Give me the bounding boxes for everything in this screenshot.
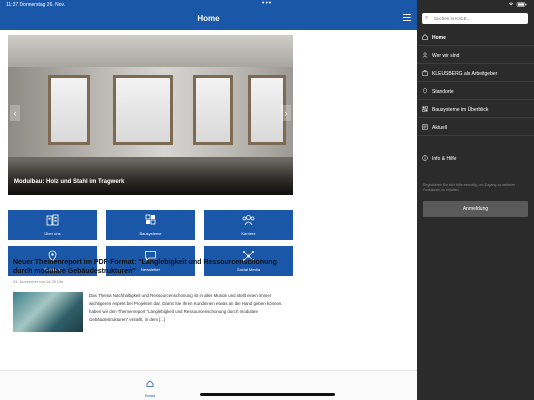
news-icon (422, 124, 428, 130)
search-box: ⌕ (422, 13, 528, 24)
drawer-item-label: Info & Hilfe (432, 156, 457, 162)
drawer-item-label: Wer wir sind (432, 53, 460, 59)
drawer-item-wer-wir-sind[interactable]: Wer wir sind (417, 48, 534, 64)
drawer-item-label: Bausysteme im Überblick (432, 107, 489, 113)
hero-slider[interactable]: Modulbau: Holz und Stahl im Tragwerk ‹ › (8, 35, 293, 195)
menu-icon[interactable] (403, 14, 411, 22)
info-icon (422, 155, 428, 161)
search-input[interactable] (434, 14, 524, 23)
login-button[interactable]: Anmeldung (423, 201, 528, 217)
drawer-item-info-hilfe[interactable]: Info & Hilfe (417, 151, 534, 167)
page-title: Home (197, 14, 220, 23)
drawer-item-standorte[interactable]: Standorte (417, 84, 534, 100)
hero-caption: Modulbau: Holz und Stahl im Tragwerk (14, 179, 125, 185)
login-hint: Registrieren Sie sich bitte einmalig, um… (423, 183, 516, 192)
date-text: Donnerstag 26. Nov. (19, 2, 66, 8)
drawer-item-label: Standorte (432, 89, 454, 95)
drawer-item-aktuell[interactable]: Aktuell (417, 120, 534, 136)
tile-ueber-uns[interactable]: Über uns (8, 210, 97, 240)
blocks-icon (422, 106, 428, 112)
hero-image-ceiling (8, 35, 293, 67)
home-indicator[interactable] (200, 393, 335, 396)
map-icon (422, 88, 428, 94)
tab-home[interactable]: Home (140, 374, 160, 398)
home-icon (422, 34, 428, 40)
article-thumbnail[interactable] (13, 292, 83, 332)
users-icon (422, 52, 428, 58)
drawer-item-label: KLEUSBERG als Arbeitgeber (432, 71, 498, 77)
drawer-item-label: Aktuell (432, 125, 448, 131)
side-drawer: ⌕ Home Wer wir sind KLEUSBERG als Arbeit… (417, 0, 534, 400)
tile-label: Über uns (44, 231, 61, 236)
drawer-item-home[interactable]: Home (417, 30, 534, 46)
hero-caption-overlay (8, 161, 293, 195)
building-icon (46, 214, 59, 226)
nav-bar: Home (0, 9, 417, 30)
status-bar: 11:37 Donnerstag 26. Nov. ••• (0, 0, 417, 9)
article-date: 24. November um 14:29 Uhr (13, 279, 64, 284)
tile-karriere[interactable]: Karriere (204, 210, 293, 240)
tile-label: Karriere (241, 231, 256, 236)
hero-image-window (113, 75, 173, 145)
drawer-item-bausysteme[interactable]: Bausysteme im Überblick (417, 102, 534, 118)
hero-image-window (193, 75, 233, 145)
chevron-right-icon[interactable]: › (281, 105, 291, 121)
tile-bausysteme[interactable]: Bausysteme (106, 210, 195, 240)
chevron-left-icon[interactable]: ‹ (10, 105, 20, 121)
multitasking-dots[interactable]: ••• (262, 0, 272, 7)
grid-blocks-icon (145, 214, 156, 225)
wifi-battery-icon (508, 2, 527, 7)
main-pane: 11:37 Donnerstag 26. Nov. ••• Home Modul… (0, 0, 417, 400)
home-icon (146, 380, 154, 387)
drawer-item-arbeitgeber[interactable]: KLEUSBERG als Arbeitgeber (417, 66, 534, 82)
people-icon (242, 215, 255, 226)
hero-image-window (48, 75, 90, 145)
battery-wifi-indicators (508, 2, 528, 9)
status-time: 11:37 Donnerstag 26. Nov. (6, 2, 65, 8)
time-text: 11:37 (6, 2, 19, 8)
briefcase-icon (422, 70, 428, 76)
tile-label: Bausysteme (139, 231, 162, 236)
article-title[interactable]: Neuer Themenreport im PDF-Format: "Langl… (13, 258, 283, 276)
search-icon: ⌕ (425, 15, 429, 21)
article-excerpt: Das Thema Nachhaltigkeit und Ressourcens… (89, 293, 283, 322)
tab-home-label: Home (144, 393, 156, 398)
drawer-item-label: Home (432, 35, 446, 41)
